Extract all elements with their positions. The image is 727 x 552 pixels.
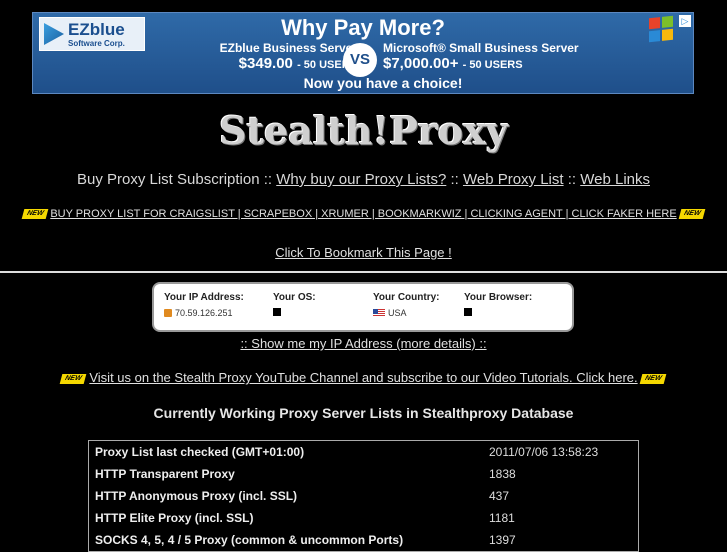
nav-link-why-buy[interactable]: Why buy our Proxy Lists?: [276, 171, 446, 188]
bookmark-link[interactable]: Click To Bookmark This Page !: [275, 245, 452, 260]
stat-value: 437: [489, 489, 510, 503]
stat-label: SOCKS 4, 5, 4 / 5 Proxy (common & uncomm…: [95, 533, 404, 547]
table-row: Proxy List last checked (GMT+01:00) 2011…: [89, 441, 639, 464]
table-row: SOCKS 4, 5, 4 / 5 Proxy (common & uncomm…: [89, 529, 639, 552]
youtube-row: NEW Visit us on the Stealth Proxy YouTub…: [0, 370, 727, 385]
banner-right-price-row: $7,000.00+ - 50 USERS: [383, 55, 623, 72]
banner-right-price: $7,000.00+: [383, 55, 459, 72]
country-value-row: USA: [373, 308, 439, 318]
banner-left-product: EZblue Business Server: [219, 41, 357, 55]
ip-address-col: Your IP Address: 70.59.126.251: [164, 292, 244, 318]
ezblue-logo: EZblue Software Corp.: [39, 17, 145, 51]
nav-sep: ::: [446, 171, 463, 188]
banner-right-product: Microsoft® Small Business Server: [383, 41, 579, 55]
os-value-row: [273, 308, 316, 316]
promo-row: NEW BUY PROXY LIST FOR CRAIGSLIST | SCRA…: [0, 208, 727, 220]
stat-label: HTTP Anonymous Proxy (incl. SSL): [95, 489, 298, 503]
divider: [0, 271, 727, 273]
nav-link-web-links[interactable]: Web Links: [580, 171, 650, 188]
browser-col: Your Browser:: [464, 292, 532, 316]
banner-right-users: - 50 USERS: [462, 59, 523, 71]
adchoices-icon[interactable]: ▷: [679, 15, 691, 27]
ezblue-brand: EZblue: [68, 20, 125, 39]
proxy-stats-table: Proxy List last checked (GMT+01:00) 2011…: [88, 440, 639, 552]
section-title: Currently Working Proxy Server Lists in …: [153, 405, 574, 421]
browser-label: Your Browser:: [464, 292, 533, 303]
ip-address-label: Your IP Address:: [164, 292, 244, 303]
more-ip-row: :: Show me my IP Address (more details) …: [0, 336, 727, 351]
new-badge-icon: NEW: [678, 209, 706, 220]
stat-value: 1397: [489, 533, 516, 547]
banner-cta: Now you have a choice!: [303, 75, 463, 91]
banner-left-price-row: $349.00 - 50 USERS: [157, 55, 357, 72]
nav-sep: ::: [259, 171, 277, 188]
bookmark-row: Click To Bookmark This Page !: [0, 245, 727, 260]
site-logo[interactable]: Stealth!Proxy: [0, 108, 727, 153]
browser-icon: [464, 308, 472, 316]
os-label: Your OS:: [273, 292, 316, 303]
country-label: Your Country:: [373, 292, 440, 303]
banner-left-price: $349.00: [238, 55, 293, 72]
browser-value-row: [464, 308, 532, 316]
ip-address-value: 70.59.126.251: [175, 308, 233, 318]
new-badge-icon: NEW: [21, 209, 49, 220]
stat-label: HTTP Transparent Proxy: [95, 467, 235, 481]
ezblue-brand-sub: Software Corp.: [68, 39, 125, 48]
ezblue-logo-icon: [44, 23, 64, 45]
table-row: HTTP Anonymous Proxy (incl. SSL) 437: [89, 485, 639, 507]
new-badge-icon: NEW: [60, 373, 88, 384]
table-row: HTTP Elite Proxy (incl. SSL) 1181: [89, 507, 639, 529]
nav-lead: Buy Proxy List Subscription: [76, 171, 260, 188]
more-ip-link[interactable]: :: Show me my IP Address (more details) …: [240, 336, 486, 351]
banner-vs-badge: VS: [343, 43, 377, 77]
stat-label: HTTP Elite Proxy (incl. SSL): [95, 511, 254, 525]
new-badge-icon: NEW: [639, 373, 667, 384]
windows-logo-icon: [649, 15, 673, 43]
stat-value: 1838: [489, 467, 516, 481]
stat-value: 1181: [489, 511, 515, 525]
os-col: Your OS:: [273, 292, 316, 316]
stat-value: 2011/07/06 13:58:23: [489, 445, 599, 459]
ip-address-value-row: 70.59.126.251: [164, 308, 244, 318]
main-nav: Buy Proxy List Subscription :: Why buy o…: [0, 171, 727, 188]
ad-banner[interactable]: EZblue Software Corp. Why Pay More? EZbl…: [32, 12, 694, 94]
table-row: HTTP Transparent Proxy 1838: [89, 463, 639, 485]
country-value: USA: [388, 308, 407, 318]
ip-icon: [164, 309, 172, 317]
nav-link-web-proxy-list[interactable]: Web Proxy List: [463, 171, 564, 188]
country-col: Your Country: USA: [373, 292, 439, 318]
promo-link[interactable]: BUY PROXY LIST FOR CRAIGSLIST | SCRAPEBO…: [50, 208, 676, 220]
youtube-link[interactable]: Visit us on the Stealth Proxy YouTube Ch…: [89, 370, 637, 385]
us-flag-icon: [373, 309, 385, 317]
stat-label: Proxy List last checked (GMT+01:00): [95, 445, 305, 459]
os-icon: [273, 308, 281, 316]
ip-info-panel: Your IP Address: 70.59.126.251 Your OS: …: [152, 282, 574, 332]
banner-headline: Why Pay More?: [281, 15, 445, 40]
nav-sep: ::: [563, 171, 581, 188]
